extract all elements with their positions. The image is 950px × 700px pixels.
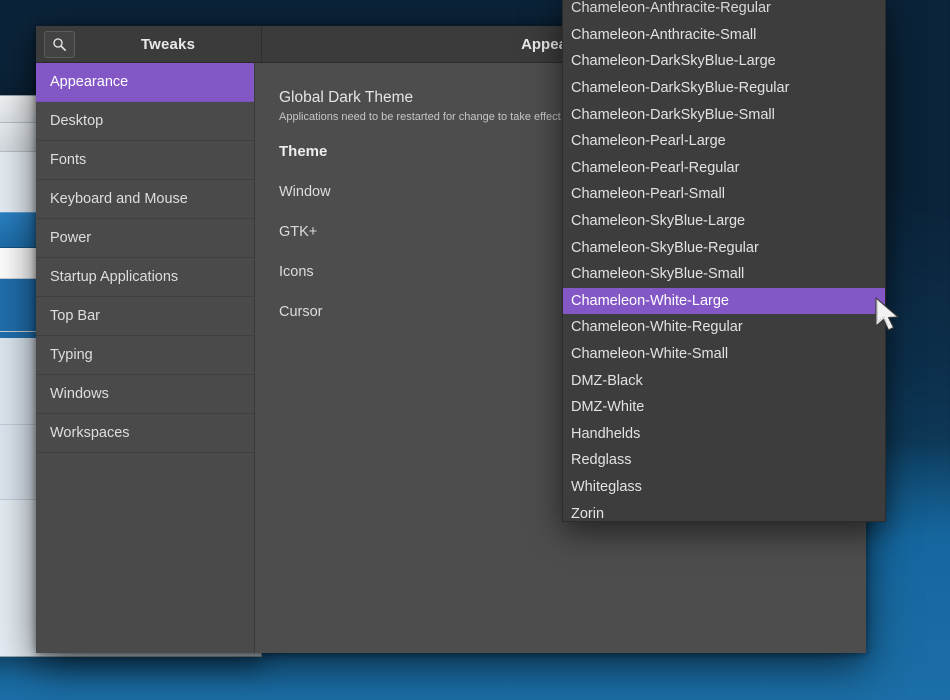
sidebar-item-label: Top Bar xyxy=(50,308,100,324)
dropdown-item[interactable]: Chameleon-DarkSkyBlue-Regular xyxy=(563,75,885,102)
sidebar-item-startup-applications[interactable]: Startup Applications xyxy=(36,258,254,297)
sidebar: Appearance Desktop Fonts Keyboard and Mo… xyxy=(36,63,255,653)
setting-label-gtk: GTK+ xyxy=(279,224,317,240)
sidebar-item-appearance[interactable]: Appearance xyxy=(36,63,254,102)
dropdown-item-label: Chameleon-SkyBlue-Large xyxy=(571,213,745,229)
dropdown-item[interactable]: Chameleon-Anthracite-Small xyxy=(563,22,885,49)
dropdown-item[interactable]: Chameleon-White-Small xyxy=(563,341,885,368)
dropdown-item-label: Chameleon-SkyBlue-Small xyxy=(571,266,744,282)
sidebar-item-fonts[interactable]: Fonts xyxy=(36,141,254,180)
dropdown-item-label: Chameleon-Pearl-Small xyxy=(571,186,725,202)
sidebar-item-workspaces[interactable]: Workspaces xyxy=(36,414,254,453)
dropdown-item-label: Chameleon-Anthracite-Small xyxy=(571,27,756,43)
dropdown-item-label: Chameleon-White-Large xyxy=(571,293,729,309)
sidebar-item-typing[interactable]: Typing xyxy=(36,336,254,375)
dropdown-item[interactable]: Handhelds xyxy=(563,421,885,448)
window-title: Tweaks xyxy=(75,36,261,53)
dropdown-item[interactable]: Chameleon-Pearl-Large xyxy=(563,128,885,155)
dropdown-item-label: Chameleon-SkyBlue-Regular xyxy=(571,240,759,256)
dropdown-item[interactable]: Chameleon-Pearl-Small xyxy=(563,181,885,208)
sidebar-item-label: Power xyxy=(50,230,91,246)
dropdown-item[interactable]: Chameleon-DarkSkyBlue-Small xyxy=(563,101,885,128)
sidebar-item-label: Appearance xyxy=(50,74,128,90)
sidebar-item-label: Desktop xyxy=(50,113,103,129)
dropdown-item-label: Chameleon-White-Regular xyxy=(571,319,743,335)
dropdown-item-label: DMZ-White xyxy=(571,399,644,415)
setting-label-window: Window xyxy=(279,184,331,200)
dropdown-item-label: Chameleon-DarkSkyBlue-Large xyxy=(571,53,776,69)
dropdown-item[interactable]: Chameleon-Pearl-Regular xyxy=(563,155,885,182)
sidebar-item-label: Workspaces xyxy=(50,425,130,441)
dropdown-item[interactable]: Chameleon-White-Regular xyxy=(563,314,885,341)
headerbar-left: Tweaks xyxy=(36,26,262,62)
dropdown-item-label: Whiteglass xyxy=(571,479,642,495)
setting-label-cursor: Cursor xyxy=(279,304,323,320)
sidebar-item-power[interactable]: Power xyxy=(36,219,254,258)
screen: Zorin ormal f not a n Tool xyxy=(0,0,950,700)
dropdown-item-label: Chameleon-Anthracite-Regular xyxy=(571,0,771,16)
sidebar-item-keyboard-and-mouse[interactable]: Keyboard and Mouse xyxy=(36,180,254,219)
dropdown-item-label: Chameleon-Pearl-Large xyxy=(571,133,726,149)
sidebar-item-top-bar[interactable]: Top Bar xyxy=(36,297,254,336)
dropdown-item[interactable]: Redglass xyxy=(563,447,885,474)
dropdown-item-label: Redglass xyxy=(571,452,631,468)
dropdown-item[interactable]: DMZ-White xyxy=(563,394,885,421)
sidebar-item-label: Windows xyxy=(50,386,109,402)
search-button[interactable] xyxy=(44,31,75,58)
dropdown-item-label: Handhelds xyxy=(571,426,640,442)
sidebar-item-windows[interactable]: Windows xyxy=(36,375,254,414)
dropdown-item[interactable]: Chameleon-Anthracite-Regular xyxy=(563,0,885,22)
sidebar-item-label: Fonts xyxy=(50,152,86,168)
dropdown-item[interactable]: Zorin xyxy=(563,500,885,522)
search-icon xyxy=(52,37,67,52)
dropdown-item-label: DMZ-Black xyxy=(571,373,643,389)
sidebar-item-desktop[interactable]: Desktop xyxy=(36,102,254,141)
sidebar-item-label: Startup Applications xyxy=(50,269,178,285)
dropdown-item-label: Zorin xyxy=(571,506,604,522)
dropdown-item[interactable]: DMZ-Black xyxy=(563,367,885,394)
sidebar-item-label: Typing xyxy=(50,347,93,363)
cursor-theme-dropdown[interactable]: Chameleon-Anthracite-Regular Chameleon-A… xyxy=(562,0,886,522)
dropdown-item-label: Chameleon-Pearl-Regular xyxy=(571,160,739,176)
dropdown-item-selected[interactable]: Chameleon-White-Large xyxy=(563,288,885,315)
dropdown-item[interactable]: Whiteglass xyxy=(563,474,885,501)
dropdown-item[interactable]: Chameleon-SkyBlue-Small xyxy=(563,261,885,288)
dropdown-item-label: Chameleon-DarkSkyBlue-Regular xyxy=(571,80,789,96)
dropdown-item[interactable]: Chameleon-SkyBlue-Regular xyxy=(563,234,885,261)
setting-label-icons: Icons xyxy=(279,264,314,280)
sidebar-item-label: Keyboard and Mouse xyxy=(50,191,188,207)
dropdown-item-label: Chameleon-White-Small xyxy=(571,346,728,362)
dropdown-item-label: Chameleon-DarkSkyBlue-Small xyxy=(571,107,775,123)
dropdown-item[interactable]: Chameleon-SkyBlue-Large xyxy=(563,208,885,235)
dropdown-item[interactable]: Chameleon-DarkSkyBlue-Large xyxy=(563,48,885,75)
